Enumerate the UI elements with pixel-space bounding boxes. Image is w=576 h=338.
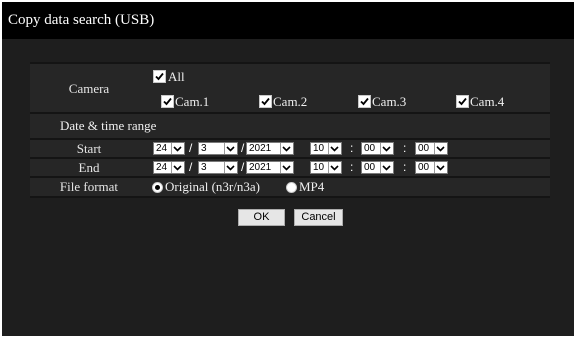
format-original-label: Original (n3r/n3a) (165, 179, 260, 194)
format-mp4-radio[interactable] (286, 182, 297, 193)
date-range-row: Date & time range (30, 114, 550, 138)
chevron-down-icon (328, 162, 341, 173)
search-form-panel: Camera All Cam.1 Cam.2 Cam.3 Cam.4 Date … (30, 62, 550, 198)
dialog-window: Copy data search (USB) Camera All Cam.1 … (2, 2, 574, 336)
end-minute-select[interactable]: 00 (361, 161, 394, 174)
date-range-label: Date & time range (60, 118, 157, 133)
chevron-down-icon (434, 143, 447, 154)
file-format-label: File format (59, 179, 119, 194)
cam3-checkbox[interactable] (358, 95, 371, 108)
end-month-select[interactable]: 3 (198, 161, 238, 174)
end-second-select[interactable]: 00 (415, 161, 448, 174)
chevron-down-icon (224, 143, 237, 154)
checkmark-icon (360, 97, 369, 106)
camera-row: Camera All Cam.1 Cam.2 Cam.3 Cam.4 (30, 64, 550, 112)
file-format-row: File format Original (n3r/n3a) MP4 (30, 178, 550, 196)
end-label: End (78, 160, 100, 175)
start-year-select[interactable]: 2021 (246, 142, 294, 155)
start-hour-select[interactable]: 10 (310, 142, 342, 155)
checkmark-icon (163, 97, 172, 106)
chevron-down-icon (280, 143, 293, 154)
chevron-down-icon (171, 143, 184, 154)
format-original-radio[interactable] (152, 182, 163, 193)
end-row: End 24 / 3 / 2021 10 : 00 : 00 (30, 159, 550, 176)
chevron-down-icon (380, 162, 393, 173)
chevron-down-icon (280, 162, 293, 173)
start-row: Start 24 / 3 / 2021 10 : 00 : 00 (30, 140, 550, 157)
cam1-label: Cam.1 (175, 94, 210, 109)
chevron-down-icon (380, 143, 393, 154)
chevron-down-icon (434, 162, 447, 173)
cam4-checkbox[interactable] (456, 95, 469, 108)
dialog-title: Copy data search (USB) (2, 2, 574, 39)
cam2-label: Cam.2 (273, 94, 308, 109)
format-mp4-label: MP4 (299, 179, 325, 194)
start-day-select[interactable]: 24 (153, 142, 185, 155)
start-month-select[interactable]: 3 (198, 142, 238, 155)
checkmark-icon (155, 72, 164, 81)
checkmark-icon (458, 97, 467, 106)
start-minute-select[interactable]: 00 (361, 142, 394, 155)
all-cameras-checkbox[interactable] (153, 70, 166, 83)
checkmark-icon (261, 97, 270, 106)
end-year-select[interactable]: 2021 (246, 161, 294, 174)
cam1-checkbox[interactable] (161, 95, 174, 108)
chevron-down-icon (328, 143, 341, 154)
cam2-checkbox[interactable] (259, 95, 272, 108)
end-day-select[interactable]: 24 (153, 161, 185, 174)
chevron-down-icon (224, 162, 237, 173)
ok-button[interactable]: OK (238, 209, 285, 226)
cam3-label: Cam.3 (372, 94, 407, 109)
start-second-select[interactable]: 00 (415, 142, 448, 155)
all-cameras-label: All (168, 69, 185, 84)
chevron-down-icon (171, 162, 184, 173)
start-label: Start (76, 141, 102, 156)
end-hour-select[interactable]: 10 (310, 161, 342, 174)
cancel-button[interactable]: Cancel (294, 209, 343, 226)
cam4-label: Cam.4 (470, 94, 505, 109)
camera-label: Camera (68, 81, 110, 96)
